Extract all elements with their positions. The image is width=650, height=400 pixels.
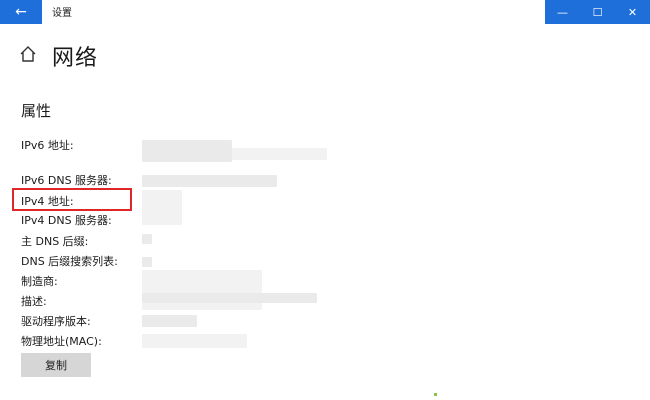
home-icon[interactable] xyxy=(19,45,37,63)
redacted-value xyxy=(142,140,232,162)
prop-label-manufacturer: 制造商: xyxy=(21,275,58,288)
title-bar: ← 设置 — ☐ ✕ xyxy=(0,0,650,24)
window-title: 设置 xyxy=(52,8,72,19)
prop-label-ipv6-dns: IPv6 DNS 服务器: xyxy=(21,174,112,187)
maximize-button[interactable]: ☐ xyxy=(580,0,615,24)
prop-label-description: 描述: xyxy=(21,295,47,308)
close-icon: ✕ xyxy=(627,5,638,19)
minimize-icon: — xyxy=(557,5,568,19)
prop-label-driver-version: 驱动程序版本: xyxy=(21,315,91,328)
redacted-value xyxy=(232,148,327,160)
redacted-value xyxy=(142,234,152,244)
redacted-value xyxy=(142,190,182,225)
maximize-icon: ☐ xyxy=(592,5,603,19)
section-title: 属性 xyxy=(21,102,52,120)
redacted-value xyxy=(142,270,262,310)
copy-button[interactable]: 复制 xyxy=(21,353,91,377)
prop-label-ipv6-address: IPv6 地址: xyxy=(21,139,74,152)
prop-label-primary-dns-suffix: 主 DNS 后缀: xyxy=(21,235,89,248)
redacted-value xyxy=(142,315,197,327)
redacted-value xyxy=(142,175,277,187)
prop-label-ipv4-dns: IPv4 DNS 服务器: xyxy=(21,214,112,227)
redacted-value xyxy=(142,293,317,303)
minimize-button[interactable]: — xyxy=(545,0,580,24)
redacted-value xyxy=(142,257,152,267)
close-button[interactable]: ✕ xyxy=(615,0,650,24)
page-title: 网络 xyxy=(52,46,99,71)
back-arrow-icon: ← xyxy=(15,4,27,20)
back-button[interactable]: ← xyxy=(0,0,42,24)
cursor-dot xyxy=(434,393,437,396)
prop-label-dns-suffix-list: DNS 后缀搜索列表: xyxy=(21,255,118,268)
highlight-box xyxy=(12,188,132,211)
redacted-value xyxy=(142,334,247,348)
window-controls: — ☐ ✕ xyxy=(545,0,650,24)
prop-label-mac-address: 物理地址(MAC): xyxy=(21,335,102,348)
